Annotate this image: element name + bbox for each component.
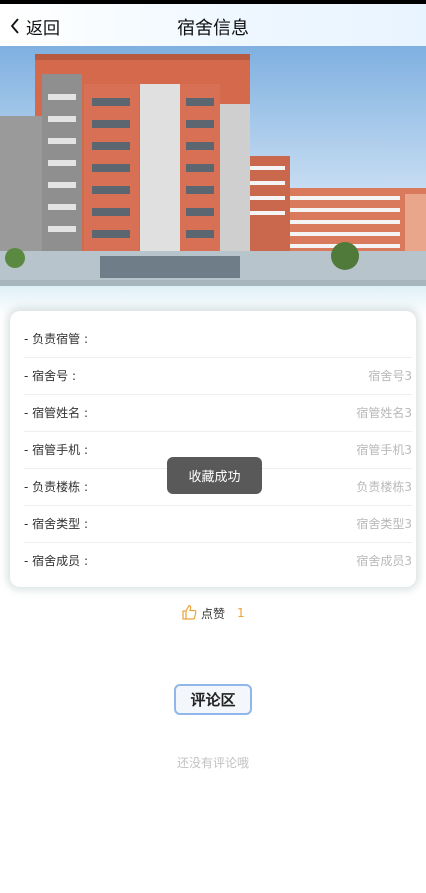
info-label: - 负责楼栋 : <box>24 480 89 494</box>
like-button[interactable]: 点赞 1 <box>181 603 245 623</box>
dormitory-building-image <box>0 46 426 292</box>
top-bar: 返回 宿舍信息 <box>0 0 426 46</box>
info-row-manager-name: - 宿管姓名 : 宿管姓名3 <box>24 394 412 432</box>
comment-section-button[interactable]: 评论区 <box>174 684 252 715</box>
info-row-room-number: - 宿舍号 : 宿舍号3 <box>24 357 412 395</box>
info-value: 宿舍号3 <box>368 369 412 383</box>
info-row-manager: - 负责宿管 : <box>24 320 412 358</box>
info-label: - 宿舍类型 : <box>24 517 89 531</box>
info-row-room-type: - 宿舍类型 : 宿舍类型3 <box>24 505 412 543</box>
info-label: - 负责宿管 : <box>24 332 89 346</box>
toast-message: 收藏成功 <box>167 457 262 494</box>
info-label: - 宿管手机 : <box>24 443 89 457</box>
info-value: 宿舍成员3 <box>356 554 412 568</box>
thumbs-up-icon <box>181 604 197 623</box>
dorm-info-card: - 负责宿管 : - 宿舍号 : 宿舍号3 - 宿管姓名 : 宿管姓名3 - 宿… <box>10 311 416 587</box>
info-value: 负责楼栋3 <box>356 480 412 494</box>
like-count: 1 <box>237 606 245 620</box>
info-value: 宿管手机3 <box>356 443 412 457</box>
info-value: 宿舍类型3 <box>356 517 412 531</box>
info-label: - 宿管姓名 : <box>24 406 89 420</box>
info-label: - 宿舍号 : <box>24 369 77 383</box>
like-label: 点赞 <box>201 606 226 621</box>
page-title: 宿舍信息 <box>177 18 249 39</box>
info-label: - 宿舍成员 : <box>24 554 89 568</box>
empty-comments-text: 还没有评论哦 <box>176 756 249 770</box>
info-row-members: - 宿舍成员 : 宿舍成员3 <box>24 542 412 579</box>
info-value: 宿管姓名3 <box>356 406 412 420</box>
